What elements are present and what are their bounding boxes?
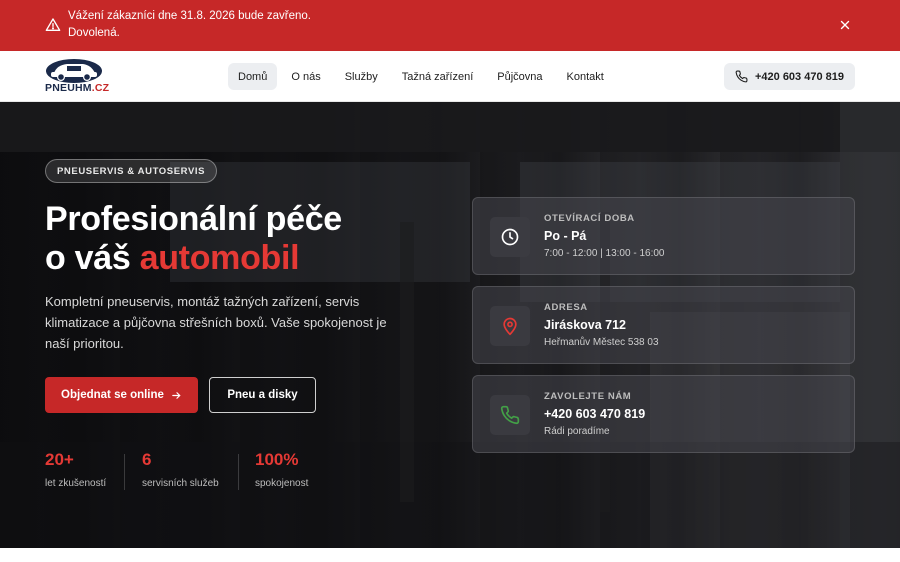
card-subtitle: Heřmanův Městec 538 03 [544, 337, 659, 348]
stat-value: 100% [255, 450, 299, 469]
stat-label: spokojenost [255, 478, 309, 489]
hero-headline: Profesionální péče o váš automobil [45, 200, 342, 278]
hero-lead-text: Kompletní pneuservis, montáž tažných zař… [45, 294, 387, 351]
phone-call-button[interactable]: +420 603 470 819 [724, 63, 855, 90]
stat-value: 6 [142, 450, 152, 469]
nav-item-pujcovna[interactable]: Půjčovna [487, 63, 552, 90]
card-title: +420 603 470 819 [544, 407, 646, 421]
order-online-button[interactable]: Objednat se online [45, 377, 198, 413]
stat-label: let zkušeností [45, 478, 107, 489]
nav-item-domu[interactable]: Domů [228, 63, 278, 90]
card-title: Jiráskova 712 [544, 318, 627, 332]
hero-badge: PNEUSERVIS & AUTOSERVIS [45, 159, 218, 183]
arrow-right-icon [172, 391, 181, 399]
alert-line-2: Dovolená. [68, 27, 120, 39]
logo-wordmark: PNEUHM.CZ [45, 82, 110, 94]
nav-item-sluzby[interactable]: Služby [335, 63, 388, 90]
site-logo[interactable]: PNEUHM.CZ [45, 57, 109, 97]
headline-line-2: o váš automobil [45, 239, 300, 277]
stat-label: servisních služeb [142, 478, 219, 489]
phone-icon [490, 395, 530, 435]
close-icon[interactable] [838, 18, 852, 32]
card-call-us[interactable]: ZAVOLEJTE NÁM +420 603 470 819 Rádi pora… [472, 375, 855, 453]
card-label: ADRESA [544, 302, 588, 313]
card-subtitle: Rádi poradíme [544, 426, 610, 437]
card-opening-hours: OTEVÍRACÍ DOBA Po - Pá 7:00 - 12:00 | 13… [472, 197, 855, 275]
card-title: Po - Pá [544, 229, 587, 243]
card-label: OTEVÍRACÍ DOBA [544, 213, 635, 224]
card-label: ZAVOLEJTE NÁM [544, 391, 632, 402]
nav-item-kontakt[interactable]: Kontakt [557, 63, 614, 90]
stat-value: 20+ [45, 450, 74, 469]
headline-accent: automobil [139, 239, 300, 277]
stat-services: 6 servisních služeb [142, 450, 219, 489]
phone-button-label: +420 603 470 819 [754, 70, 844, 83]
card-subtitle: 7:00 - 12:00 | 13:00 - 16:00 [544, 248, 665, 259]
phone-icon [735, 70, 748, 83]
nav-item-o-nas[interactable]: O nás [281, 63, 330, 90]
stat-divider [238, 454, 239, 490]
alert-line-1: Vážení zákazníci dne 31.8. 2026 bude zav… [68, 10, 311, 22]
alert-message: Vážení zákazníci dne 31.8. 2026 bude zav… [68, 8, 311, 42]
headline-line-1: Profesionální péče [45, 200, 342, 238]
closure-alert-bar: Vážení zákazníci dne 31.8. 2026 bude zav… [0, 0, 900, 51]
stat-divider [124, 454, 125, 490]
stat-satisfaction: 100% spokojenost [255, 450, 308, 489]
main-navbar: PNEUHM.CZ Domů O nás Služby Tažná zaříze… [0, 51, 900, 102]
main-menu: Domů O nás Služby Tažná zařízení Půjčovn… [228, 63, 614, 90]
nav-item-tazna-zarizeni[interactable]: Tažná zařízení [392, 63, 484, 90]
map-pin-icon [490, 306, 530, 346]
hero-section: PNEUSERVIS & AUTOSERVIS Profesionální pé… [0, 102, 900, 548]
clock-icon [490, 217, 530, 257]
car-logo-icon [46, 59, 102, 83]
order-online-label: Objednat se online [61, 389, 164, 401]
page-below-hero [0, 548, 900, 562]
tires-wheels-button[interactable]: Pneu a disky [209, 377, 316, 413]
card-address: ADRESA Jiráskova 712 Heřmanův Městec 538… [472, 286, 855, 364]
warning-icon [45, 18, 61, 31]
stat-experience: 20+ let zkušeností [45, 450, 106, 489]
